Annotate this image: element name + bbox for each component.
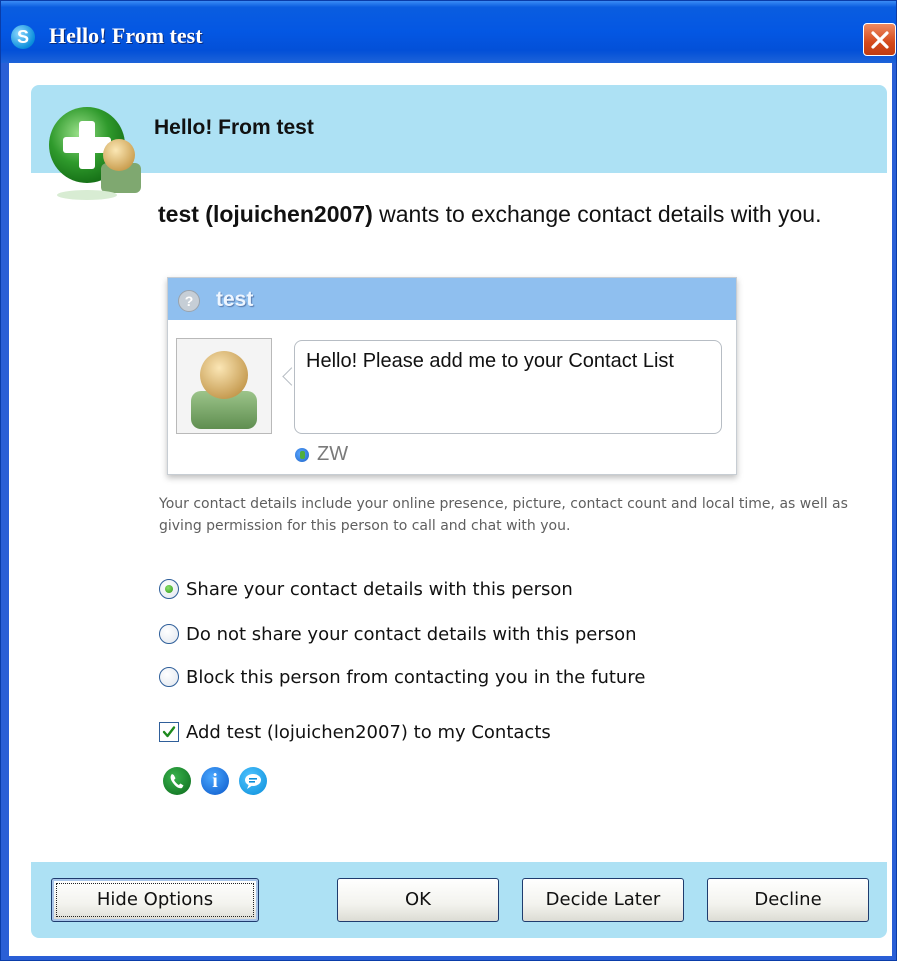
radio-do-not-share[interactable] <box>159 624 179 644</box>
phone-glyph <box>170 774 184 789</box>
card-header: ? test <box>168 278 736 320</box>
requester-name: test (lojuichen2007) <box>158 201 373 227</box>
close-button[interactable] <box>863 23 896 56</box>
option-block-label: Block this person from contacting you in… <box>186 666 646 688</box>
header-title: Hello! From test <box>154 116 314 139</box>
greeting-text: Hello! Please add me to your Contact Lis… <box>306 350 674 372</box>
add-contact-checkbox[interactable] <box>159 722 179 742</box>
add-contact-option[interactable]: Add test (lojuichen2007) to my Contacts <box>159 719 551 745</box>
contact-preview-card: ? test Hello! Please add me to your Cont… <box>167 277 737 475</box>
window-title: Hello! From test <box>49 23 203 48</box>
info-text: Your contact details include your online… <box>159 496 848 534</box>
person-icon <box>191 351 257 429</box>
contact-name: test <box>216 288 254 311</box>
add-contact-icon <box>49 107 141 200</box>
option-do-not-share-label: Do not share your contact details with t… <box>186 623 637 645</box>
chat-icon[interactable] <box>239 767 267 795</box>
request-message: test (lojuichen2007) wants to exchange c… <box>158 199 848 229</box>
radio-share[interactable] <box>159 579 179 599</box>
focus-ring <box>56 883 254 917</box>
add-contact-label: Add test (lojuichen2007) to my Contacts <box>186 721 551 743</box>
title-bar[interactable]: S Hello! From test <box>1 1 896 63</box>
radio-block[interactable] <box>159 667 179 687</box>
call-icon[interactable] <box>163 767 191 795</box>
button-bar: Hide Options OK Decide Later Decline <box>31 862 887 938</box>
decline-button[interactable]: Decline <box>707 878 869 922</box>
unknown-status-icon: ? <box>178 290 200 312</box>
option-share[interactable]: Share your contact details with this per… <box>159 576 573 602</box>
header-band: Hello! From test <box>31 85 887 173</box>
close-icon <box>871 31 889 49</box>
dialog-window: S Hello! From test Hello! From test Hide… <box>0 0 897 961</box>
skype-icon: S <box>11 25 35 49</box>
profile-icon[interactable]: i <box>201 767 229 795</box>
option-do-not-share[interactable]: Do not share your contact details with t… <box>159 621 637 647</box>
hide-options-button[interactable]: Hide Options <box>51 878 259 922</box>
request-text: wants to exchange contact details with y… <box>372 201 822 227</box>
chat-glyph <box>245 774 261 789</box>
action-icons: i <box>163 767 267 795</box>
country-label: ZW <box>317 443 349 465</box>
globe-icon <box>295 448 309 462</box>
ok-button[interactable]: OK <box>337 878 499 922</box>
option-share-label: Share your contact details with this per… <box>186 578 573 600</box>
option-block[interactable]: Block this person from contacting you in… <box>159 664 645 690</box>
decide-later-button[interactable]: Decide Later <box>522 878 684 922</box>
checkmark-icon <box>162 726 176 738</box>
avatar <box>176 338 272 434</box>
